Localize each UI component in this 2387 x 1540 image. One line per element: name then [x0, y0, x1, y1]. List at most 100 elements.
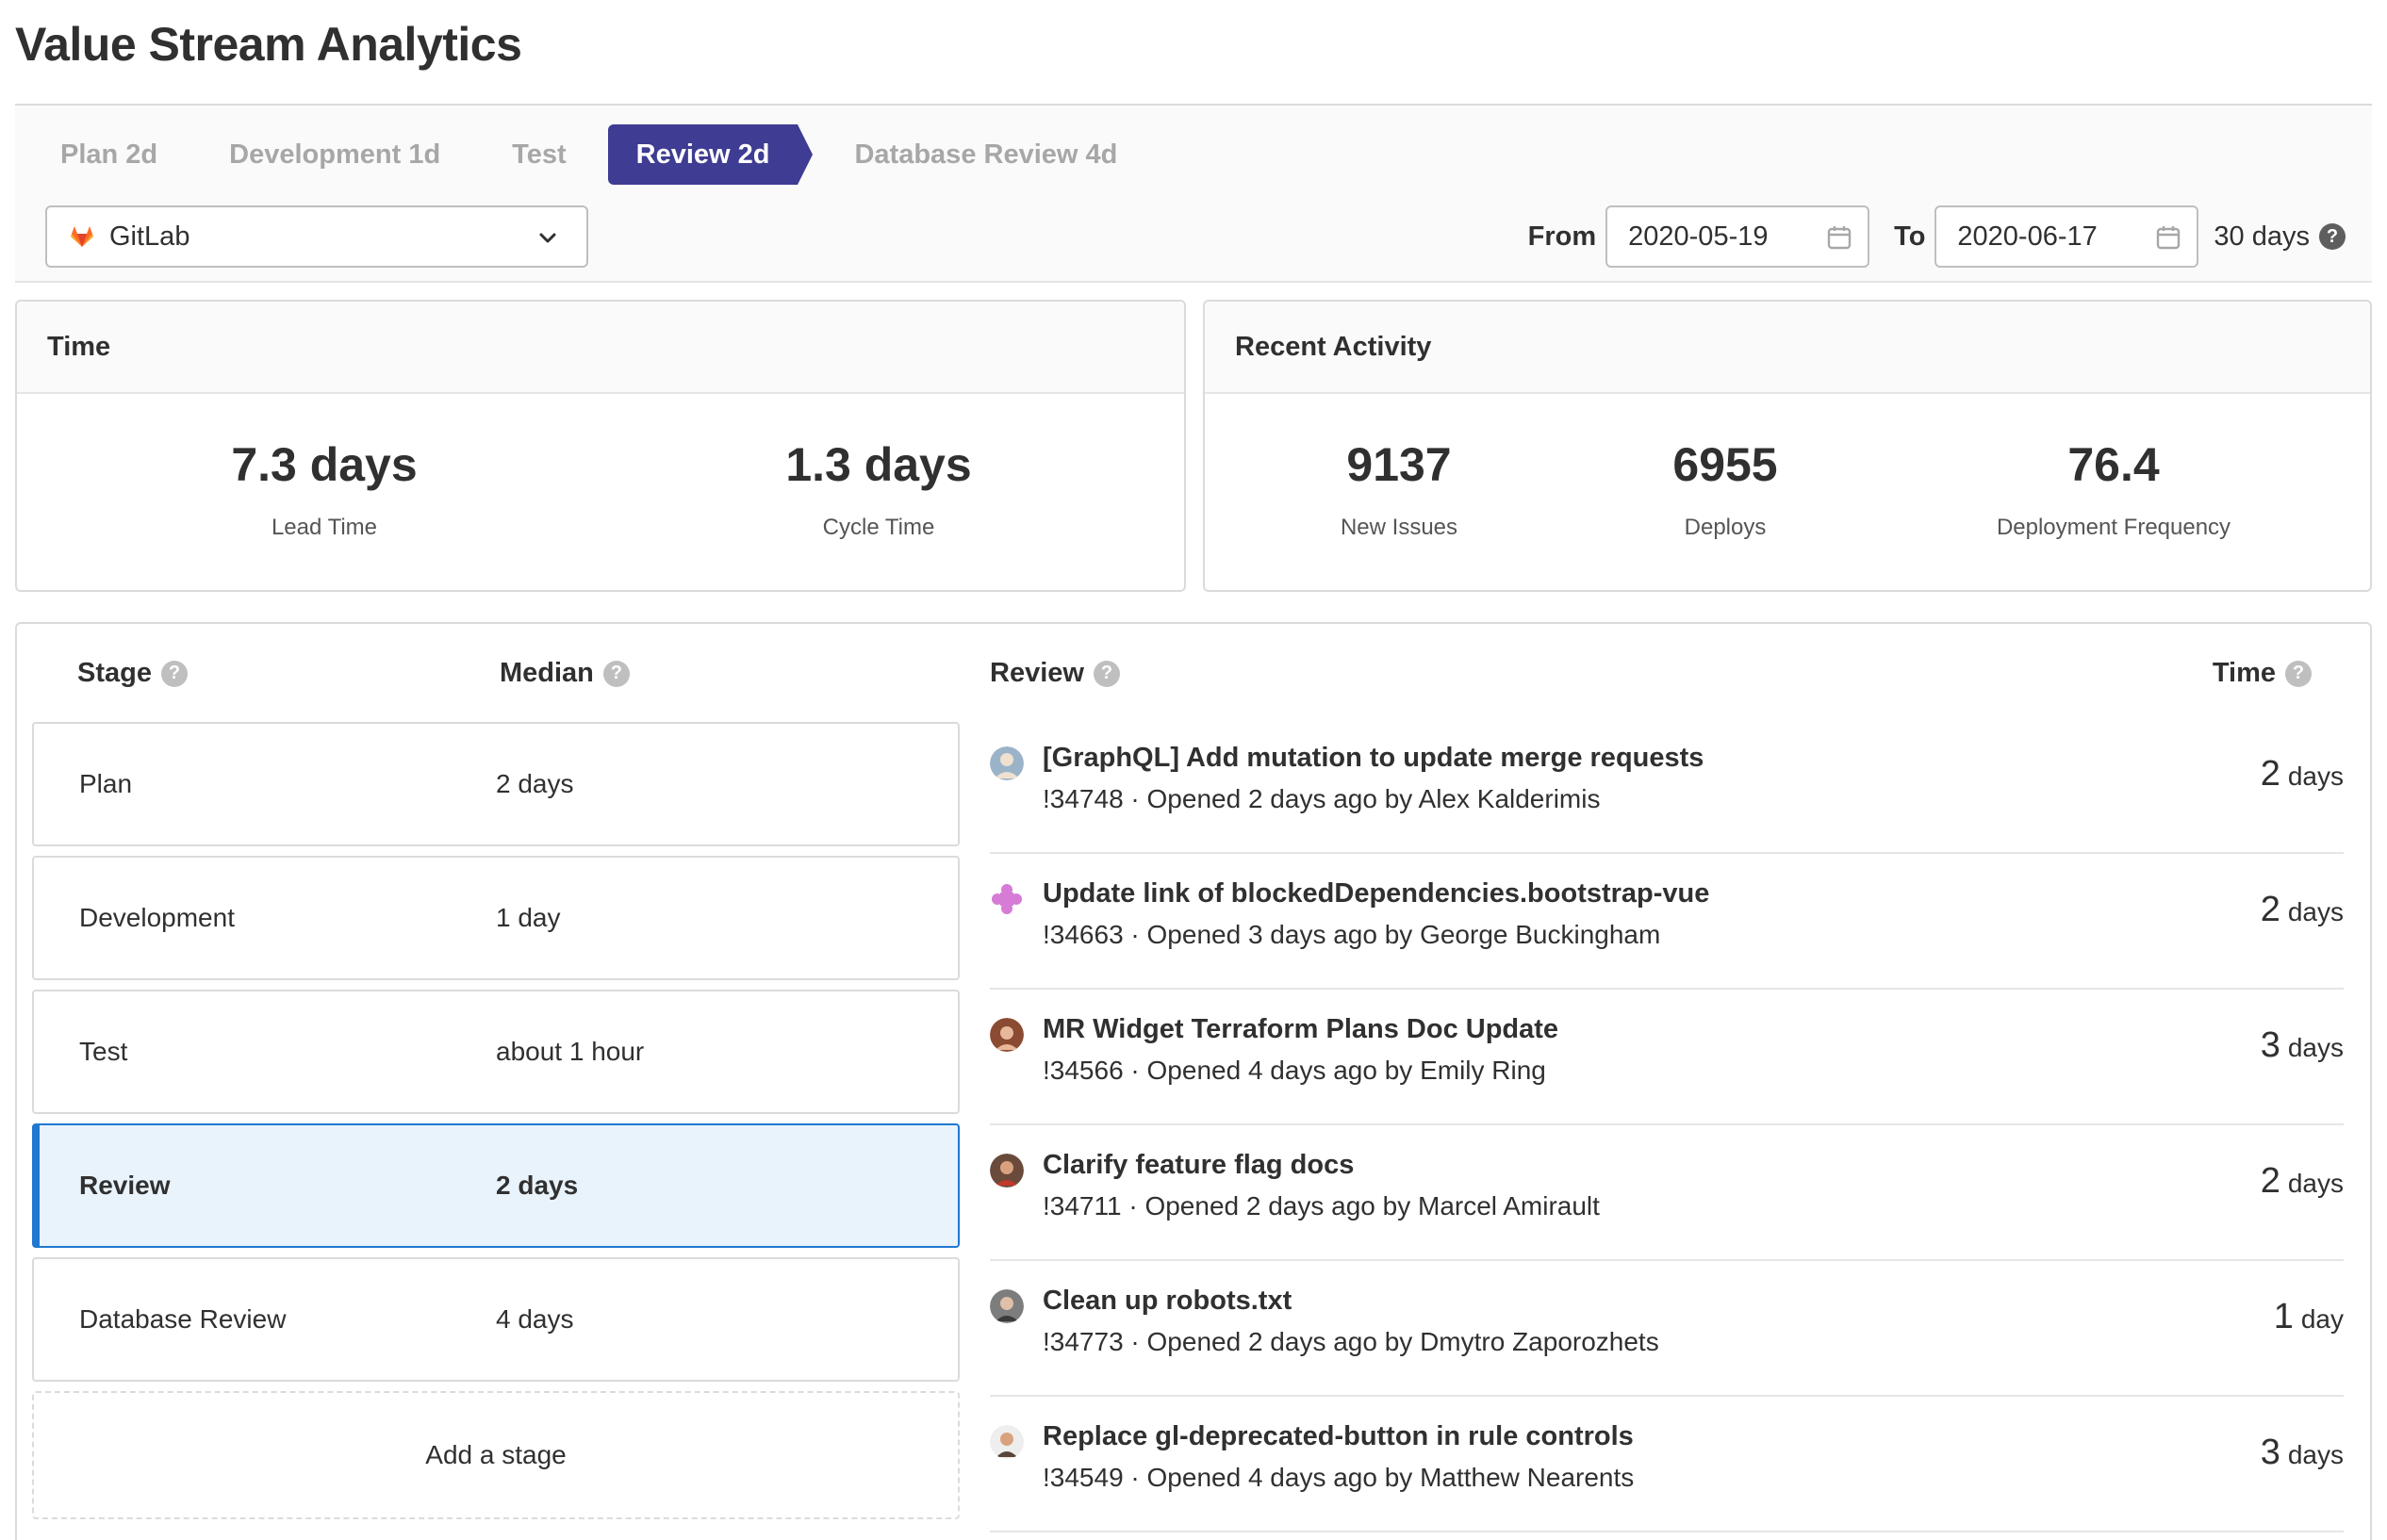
metric-label: Deploys: [1684, 515, 1767, 540]
merge-request-title-link[interactable]: [GraphQL] Add mutation to update merge r…: [1043, 743, 1704, 774]
merge-request-meta: !34748 · Opened 2 days ago by Alex Kalde…: [1043, 784, 1601, 813]
path-item-development[interactable]: Development 1d: [199, 124, 470, 185]
path-item-database-review[interactable]: Database Review 4d: [824, 124, 1147, 185]
avatar: [990, 746, 1024, 780]
metric-label: New Issues: [1340, 515, 1458, 540]
metric-label: Deployment Frequency: [1996, 515, 2231, 540]
event-time-unit: days: [2287, 897, 2344, 926]
avatar: [990, 1425, 1024, 1459]
help-icon[interactable]: ?: [1093, 660, 1120, 687]
merge-request-meta: !34663 · Opened 3 days ago by George Buc…: [1043, 920, 1661, 949]
event-time-unit: days: [2287, 1033, 2344, 1062]
stage-name: Development: [79, 903, 235, 932]
path-item-plan[interactable]: Plan 2d: [30, 124, 188, 185]
stage-name: Database Review: [79, 1304, 287, 1334]
avatar: [990, 1154, 1024, 1188]
event-time: 3 days: [2261, 1025, 2344, 1066]
event-time-value: 2: [2260, 890, 2280, 929]
merge-request-title-link[interactable]: MR Widget Terraform Plans Doc Update: [1043, 1014, 1558, 1045]
merge-request-title-link[interactable]: Update link of blockedDependencies.boots…: [1043, 878, 1709, 909]
merge-request-meta: !34711 · Opened 2 days ago by Marcel Ami…: [1043, 1191, 1600, 1221]
group-selector-dropdown[interactable]: GitLab: [45, 205, 588, 268]
to-date-input[interactable]: 2020-06-17: [1934, 205, 2199, 268]
add-stage-button[interactable]: Add a stage: [32, 1391, 960, 1519]
stage-row-development[interactable]: Development 1 day: [32, 856, 960, 980]
help-icon[interactable]: ?: [160, 660, 188, 687]
deploys-metric: 6955 Deploys: [1672, 441, 1777, 541]
date-range-filter: From 2020-05-19 To 2020-06-17 30 days ?: [1528, 205, 2346, 268]
metric-value: 6955: [1672, 438, 1778, 491]
merge-request-title-link[interactable]: Clean up robots.txt: [1043, 1286, 1292, 1317]
stage-events-list: [GraphQL] Add mutation to update merge r…: [990, 718, 2344, 1532]
calendar-icon: [2157, 226, 2181, 250]
page-title: Value Stream Analytics: [15, 18, 522, 71]
days-count: 30 days: [2214, 221, 2310, 252]
group-selector-label: GitLab: [109, 221, 190, 252]
median-header-label: Median: [500, 658, 594, 688]
help-icon[interactable]: ?: [602, 660, 630, 687]
list-item: Clean up robots.txt !34773 · Opened 2 da…: [990, 1261, 2344, 1397]
time-header-label: Time: [2212, 658, 2276, 688]
stage-name: Plan: [79, 769, 133, 798]
event-time: 2 days: [2261, 1161, 2344, 1202]
chevron-down-icon: [539, 233, 556, 243]
stage-row-review[interactable]: Review 2 days: [32, 1123, 960, 1248]
merge-request-meta: !34566 · Opened 4 days ago by Emily Ring: [1043, 1056, 1546, 1085]
metric-label: Lead Time: [271, 515, 378, 540]
path-item-review[interactable]: Review 2d: [607, 124, 814, 185]
metric-value: 76.4: [2067, 438, 2160, 491]
event-time: 3 days: [2261, 1433, 2344, 1473]
metric-value: 7.3 days: [231, 438, 418, 491]
gitlab-logo-icon: [71, 226, 93, 247]
from-label: From: [1527, 221, 1597, 252]
stage-path-navigation: Plan 2d Development 1d Test Review 2d Da…: [30, 124, 1159, 185]
event-time-unit: days: [2287, 1169, 2344, 1198]
stage-table: Stage ? Median ? Review ? Time ? Plan 2 …: [15, 622, 2372, 1540]
merge-request-meta: !34549 · Opened 4 days ago by Matthew Ne…: [1043, 1463, 1635, 1492]
help-icon[interactable]: ?: [2319, 223, 2346, 250]
stage-name: Review: [79, 1171, 171, 1200]
lead-time-metric: 7.3 days Lead Time: [231, 441, 417, 541]
list-item: MR Widget Terraform Plans Doc Update !34…: [990, 990, 2344, 1125]
events-column-header: Review ?: [990, 658, 1120, 689]
event-time: 2 days: [2261, 754, 2344, 795]
to-date-value: 2020-06-17: [1957, 221, 2098, 252]
filter-bar: Plan 2d Development 1d Test Review 2d Da…: [15, 104, 2372, 283]
path-item-test[interactable]: Test: [482, 124, 596, 185]
merge-request-title-link[interactable]: Replace gl-deprecated-button in rule con…: [1043, 1421, 1634, 1452]
event-time-value: 1: [2273, 1297, 2294, 1336]
median-column-header: Median ?: [500, 658, 630, 689]
event-time-value: 3: [2260, 1433, 2280, 1472]
from-date-value: 2020-05-19: [1628, 221, 1769, 252]
time-card-title: Time: [17, 302, 1184, 394]
event-time-value: 3: [2260, 1025, 2280, 1065]
event-time-unit: day: [2300, 1304, 2344, 1334]
list-item: Replace gl-deprecated-button in rule con…: [990, 1397, 2344, 1532]
event-time-value: 2: [2260, 1161, 2280, 1201]
stage-median: 4 days: [496, 1304, 574, 1334]
stage-median: 2 days: [496, 1171, 579, 1200]
time-summary-card: Time 7.3 days Lead Time 1.3 days Cycle T…: [15, 300, 1186, 592]
metric-value: 9137: [1346, 438, 1452, 491]
stage-name: Test: [79, 1037, 128, 1066]
merge-request-title-link[interactable]: Clarify feature flag docs: [1043, 1150, 1354, 1181]
stage-row-test[interactable]: Test about 1 hour: [32, 990, 960, 1114]
from-date-input[interactable]: 2020-05-19: [1605, 205, 1870, 268]
list-item: [GraphQL] Add mutation to update merge r…: [990, 718, 2344, 854]
avatar: [990, 882, 1024, 916]
stage-row-plan[interactable]: Plan 2 days: [32, 722, 960, 846]
avatar: [990, 1018, 1024, 1052]
deployment-frequency-metric: 76.4 Deployment Frequency: [1997, 441, 2231, 541]
stage-row-database-review[interactable]: Database Review 4 days: [32, 1257, 960, 1382]
help-icon[interactable]: ?: [2285, 660, 2312, 687]
events-header-label: Review: [990, 658, 1084, 688]
stage-column-header: Stage ?: [77, 658, 188, 689]
recent-activity-card-title: Recent Activity: [1205, 302, 2370, 394]
event-time-unit: days: [2287, 762, 2344, 791]
event-time: 1 day: [2274, 1297, 2344, 1337]
metric-value: 1.3 days: [785, 438, 972, 491]
time-column-header: Time ?: [2213, 658, 2312, 689]
avatar: [990, 1289, 1024, 1323]
stage-median: 2 days: [496, 769, 574, 798]
stage-header-label: Stage: [77, 658, 152, 688]
